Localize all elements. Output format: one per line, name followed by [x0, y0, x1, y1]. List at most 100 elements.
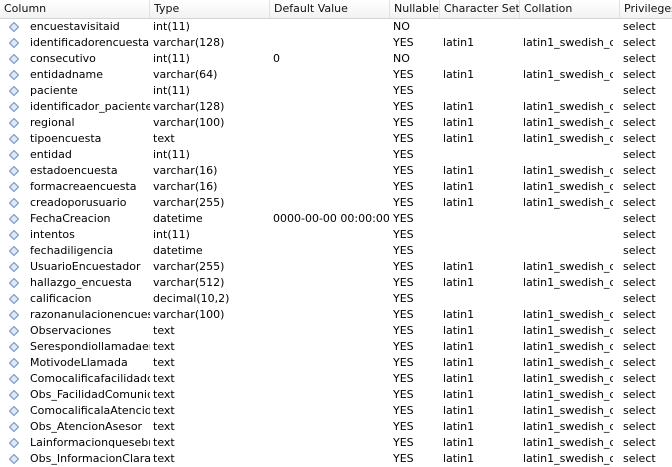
table-row[interactable]: FechaCreacion datetime 0000-00-00 00:00:00… [0, 211, 672, 227]
table-row[interactable]: UsuarioEncuestador varchar(255) YES latin1 l… [0, 259, 672, 275]
header-nullable[interactable]: Nullable [390, 0, 440, 18]
column-name: ComocalificalaAtencion [30, 404, 150, 417]
table-row[interactable]: Lainformacionquesebrindotext YES latin1 lat… [0, 435, 672, 451]
columns-grid: Column Type Default Value Nullable Chara… [0, 0, 672, 467]
column-name: estadoencuesta [30, 164, 118, 177]
table-row[interactable]: entidadname varchar(64) YES latin1 latin1_sw… [0, 67, 672, 83]
character-set: latin1 [443, 164, 475, 177]
table-row[interactable]: ComocalificalaAtencion text YES latin1 latin… [0, 403, 672, 419]
column-type: varchar(16) [153, 164, 218, 177]
default-value [271, 291, 389, 307]
privileges-value: select [623, 308, 656, 321]
default-value [271, 19, 389, 35]
column-diamond-icon [9, 179, 23, 195]
nullable-value: YES [393, 356, 414, 369]
table-row[interactable]: entidad int(11) YES select [0, 147, 672, 163]
collation-value [521, 51, 613, 67]
header-type[interactable]: Type [150, 0, 270, 18]
table-row[interactable]: fechadiligencia datetime YES select [0, 243, 672, 259]
nullable-value: YES [393, 196, 414, 209]
header-collation[interactable]: Collation [520, 0, 620, 18]
column-type: varchar(255) [153, 260, 225, 273]
column-name: Obs_FacilidadComunicacion [30, 388, 150, 401]
character-set [441, 83, 517, 99]
collation-value: latin1_swedish_ci [523, 356, 613, 369]
table-row[interactable]: Comocalificafacilidadcomunicaciontext YES… [0, 371, 672, 387]
table-row[interactable]: hallazgo_encuesta varchar(512) YES latin1 la… [0, 275, 672, 291]
column-name: MotivodeLlamada [30, 356, 128, 369]
default-value [271, 371, 389, 387]
table-row[interactable]: Observaciones text YES latin1 latin1_swedish… [0, 323, 672, 339]
collation-value: latin1_swedish_ci [523, 420, 613, 433]
header-privileges[interactable]: Privileges [620, 0, 672, 18]
collation-value: latin1_swedish_ci [523, 388, 613, 401]
column-name: UsuarioEncuestador [30, 260, 141, 273]
table-row[interactable]: consecutivo int(11) 0 NO select [0, 51, 672, 67]
header-character-set[interactable]: Character Set [440, 0, 520, 18]
column-diamond-icon [9, 419, 23, 435]
collation-value [521, 83, 613, 99]
nullable-value: YES [393, 84, 414, 97]
table-row[interactable]: Obs_AtencionAsesor text YES latin1 latin1_sw… [0, 419, 672, 435]
nullable-value: YES [393, 420, 414, 433]
collation-value: latin1_swedish_ci [523, 116, 613, 129]
default-value [271, 147, 389, 163]
nullable-value: YES [393, 436, 414, 449]
column-type: int(11) [153, 20, 190, 33]
table-row[interactable]: MotivodeLlamada text YES latin1 latin1_swedi… [0, 355, 672, 371]
column-name: Serespondiollamadaencuesta [30, 340, 150, 353]
table-row[interactable]: regional varchar(100) YES latin1 latin1_swed… [0, 115, 672, 131]
privileges-value: select [623, 340, 656, 353]
table-row[interactable]: intentos int(11) YES select [0, 227, 672, 243]
table-row[interactable]: razonanulacionencuestavarchar(100) YES lat… [0, 307, 672, 323]
character-set: latin1 [443, 308, 475, 321]
table-row[interactable]: Serespondiollamadaencuestatext YES latin1 l… [0, 339, 672, 355]
character-set: latin1 [443, 132, 475, 145]
nullable-value: YES [393, 308, 414, 321]
collation-value: latin1_swedish_ci [523, 372, 613, 385]
table-row[interactable]: tipoencuesta text YES latin1 latin1_swedish_… [0, 131, 672, 147]
nullable-value: YES [393, 292, 414, 305]
table-row[interactable]: estadoencuesta varchar(16) YES latin1 latin1… [0, 163, 672, 179]
nullable-value: YES [393, 212, 414, 225]
column-type: varchar(512) [153, 276, 225, 289]
column-type: datetime [153, 212, 203, 225]
table-row[interactable]: paciente int(11) YES select [0, 83, 672, 99]
collation-value: latin1_swedish_ci [523, 68, 613, 81]
column-diamond-icon [9, 67, 23, 83]
header-column[interactable]: Column [0, 0, 150, 18]
rows-container: encuestavisitaid int(11) NO select identific… [0, 19, 672, 467]
column-name: Obs_InformacionClara [30, 452, 150, 465]
table-row[interactable]: Obs_InformacionClara text YES latin1 latin1_… [0, 451, 672, 467]
default-value [271, 355, 389, 371]
column-type: varchar(128) [153, 36, 225, 49]
column-name: entidadname [30, 68, 104, 81]
table-row[interactable]: calificacion decimal(10,2) YES select [0, 291, 672, 307]
privileges-value: select [623, 212, 656, 225]
character-set: latin1 [443, 276, 475, 289]
default-value [271, 115, 389, 131]
table-row[interactable]: formacreaencuesta varchar(16) YES latin1 lat… [0, 179, 672, 195]
privileges-value: select [623, 196, 656, 209]
default-value [271, 451, 389, 467]
table-row[interactable]: creadoporusuario varchar(255) YES latin1 lat… [0, 195, 672, 211]
column-type: text [153, 356, 175, 369]
nullable-value: YES [393, 116, 414, 129]
collation-value: latin1_swedish_ci [523, 164, 613, 177]
character-set [441, 227, 517, 243]
default-value [271, 35, 389, 51]
table-row[interactable]: identificador_paciente varchar(128) YES lat… [0, 99, 672, 115]
column-type: int(11) [153, 84, 190, 97]
collation-value: latin1_swedish_ci [523, 404, 613, 417]
table-row[interactable]: encuestavisitaid int(11) NO select [0, 19, 672, 35]
table-row[interactable]: Obs_FacilidadComunicaciontext YES latin1 la… [0, 387, 672, 403]
collation-value: latin1_swedish_ci [523, 196, 613, 209]
character-set: latin1 [443, 436, 475, 449]
privileges-value: select [623, 68, 656, 81]
table-row[interactable]: identificadorencuesta varchar(128) YES lati… [0, 35, 672, 51]
collation-value: latin1_swedish_ci [523, 452, 613, 465]
column-diamond-icon [9, 19, 23, 35]
default-value [271, 163, 389, 179]
column-type: datetime [153, 244, 203, 257]
header-default-value[interactable]: Default Value [270, 0, 390, 18]
